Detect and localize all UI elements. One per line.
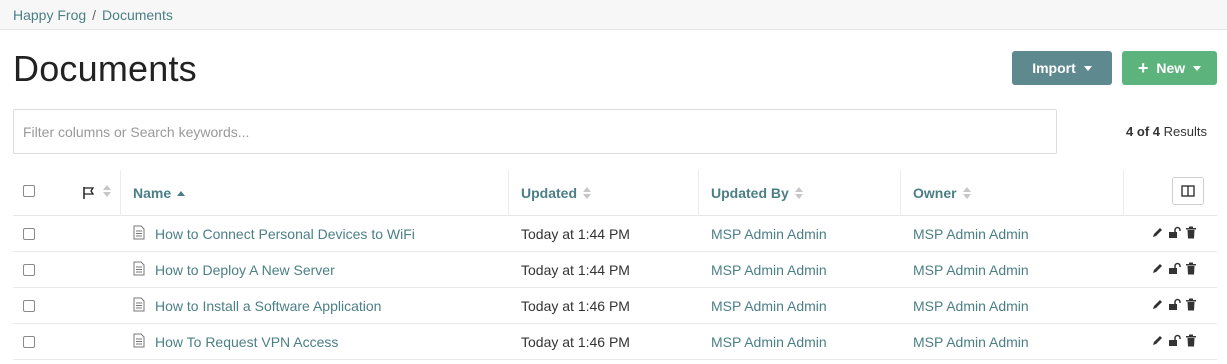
sort-icon[interactable] [103, 185, 111, 197]
owner-link[interactable]: MSP Admin Admin [913, 262, 1029, 278]
document-name-link[interactable]: How to Install a Software Application [155, 298, 381, 314]
column-divider [508, 170, 509, 216]
table-row[interactable]: How to Connect Personal Devices to WiFi … [13, 216, 1217, 252]
results-count-label: Results [1163, 124, 1207, 139]
updated-time: Today at 1:46 PM [521, 334, 630, 350]
chevron-down-icon [1193, 65, 1202, 71]
pencil-icon[interactable] [1151, 298, 1164, 311]
breadcrumb-root[interactable]: Happy Frog [13, 7, 86, 23]
search-input[interactable] [13, 109, 1057, 154]
trash-icon[interactable] [1185, 262, 1197, 275]
document-name-link[interactable]: How to Connect Personal Devices to WiFi [155, 226, 415, 242]
sort-icon [583, 187, 591, 199]
row-checkbox[interactable] [23, 264, 35, 276]
table-row[interactable]: How to Deploy A New Server Today at 1:44… [13, 252, 1217, 288]
breadcrumb-bar: Happy Frog / Documents [0, 0, 1227, 30]
column-header-updated[interactable]: Updated [521, 185, 591, 201]
sort-icon [177, 190, 186, 196]
updated-by-link[interactable]: MSP Admin Admin [711, 226, 827, 242]
row-actions [1151, 226, 1197, 239]
sort-icon [962, 187, 971, 199]
row-actions [1151, 298, 1197, 311]
row-actions [1151, 262, 1197, 275]
updated-by-link[interactable]: MSP Admin Admin [711, 262, 827, 278]
pencil-icon[interactable] [1151, 262, 1164, 275]
page-title: Documents [13, 48, 197, 89]
breadcrumb: Happy Frog / Documents [13, 7, 173, 23]
columns-icon [1181, 185, 1195, 197]
select-all-checkbox[interactable] [23, 185, 35, 197]
row-checkbox[interactable] [23, 336, 35, 348]
updated-time: Today at 1:44 PM [521, 262, 630, 278]
new-button[interactable]: + New [1122, 51, 1217, 85]
row-actions [1151, 334, 1197, 347]
pencil-icon[interactable] [1151, 334, 1164, 347]
table-header: Name Updated Updated By Owner [13, 170, 1217, 216]
column-header-updated-by[interactable]: Updated By [711, 185, 803, 201]
unlock-icon[interactable] [1168, 262, 1181, 275]
column-header-name-label: Name [133, 185, 172, 201]
updated-time: Today at 1:46 PM [521, 298, 630, 314]
owner-link[interactable]: MSP Admin Admin [913, 298, 1029, 314]
trash-icon[interactable] [1185, 226, 1197, 239]
chevron-down-icon [1083, 65, 1092, 71]
unlock-icon[interactable] [1168, 298, 1181, 311]
updated-by-link[interactable]: MSP Admin Admin [711, 334, 827, 350]
results-count-value: 4 of 4 [1126, 124, 1161, 139]
document-icon [133, 297, 145, 312]
column-divider [1123, 170, 1124, 216]
table-row[interactable]: How To Request VPN Access Today at 1:46 … [13, 324, 1217, 360]
column-header-updated-label: Updated [521, 185, 577, 201]
row-checkbox[interactable] [23, 228, 35, 240]
document-name-link[interactable]: How to Deploy A New Server [155, 262, 335, 278]
plus-icon: + [1137, 58, 1149, 78]
column-divider [120, 170, 121, 216]
pencil-icon[interactable] [1151, 226, 1164, 239]
column-header-owner[interactable]: Owner [913, 185, 971, 201]
unlock-icon[interactable] [1168, 334, 1181, 347]
document-name-link[interactable]: How To Request VPN Access [155, 334, 338, 350]
sort-icon [794, 187, 803, 199]
breadcrumb-current[interactable]: Documents [102, 7, 173, 23]
import-button-label: Import [1032, 60, 1076, 76]
table-row[interactable]: How to Install a Software Application To… [13, 288, 1217, 324]
new-button-label: New [1156, 60, 1186, 76]
document-icon [133, 225, 145, 240]
flag-icon[interactable] [82, 186, 96, 200]
updated-time: Today at 1:44 PM [521, 226, 630, 242]
trash-icon[interactable] [1185, 298, 1197, 311]
row-checkbox[interactable] [23, 300, 35, 312]
updated-by-link[interactable]: MSP Admin Admin [711, 298, 827, 314]
column-divider [900, 170, 901, 216]
owner-link[interactable]: MSP Admin Admin [913, 334, 1029, 350]
import-button[interactable]: Import [1012, 51, 1112, 85]
document-icon [133, 333, 145, 348]
unlock-icon[interactable] [1168, 226, 1181, 239]
column-settings-button[interactable] [1172, 177, 1204, 205]
breadcrumb-separator: / [92, 7, 97, 23]
column-header-name[interactable]: Name [133, 185, 186, 201]
column-divider [698, 170, 699, 216]
document-icon [133, 261, 145, 276]
trash-icon[interactable] [1185, 334, 1197, 347]
results-count: 4 of 4 Results [1126, 124, 1207, 139]
column-header-updated-by-label: Updated By [711, 185, 789, 201]
column-header-owner-label: Owner [913, 185, 957, 201]
owner-link[interactable]: MSP Admin Admin [913, 226, 1029, 242]
